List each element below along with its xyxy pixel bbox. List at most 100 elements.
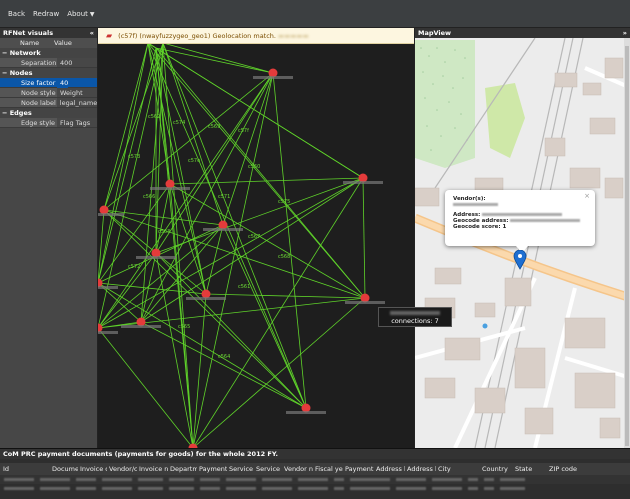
graph-edge[interactable] bbox=[192, 177, 364, 448]
blur-cell bbox=[76, 478, 96, 481]
graph-edge[interactable] bbox=[192, 297, 366, 448]
map-scroll-thumb[interactable] bbox=[625, 46, 629, 446]
group-network-label: Network bbox=[9, 49, 41, 57]
table-row[interactable] bbox=[0, 484, 630, 493]
table-row[interactable] bbox=[0, 475, 630, 484]
visuals-panel-header: RFNet visuals « bbox=[0, 28, 97, 38]
group-edges[interactable]: − Edges bbox=[0, 108, 97, 118]
column-header[interactable]: Address li bbox=[374, 465, 405, 473]
about-menu[interactable]: About ▼ bbox=[63, 6, 98, 22]
graph-edge[interactable] bbox=[205, 293, 366, 299]
blur-cell bbox=[262, 487, 292, 490]
graph-edge[interactable] bbox=[169, 183, 366, 299]
graph-edge[interactable] bbox=[192, 72, 274, 448]
park-area bbox=[415, 40, 475, 168]
prop-separation[interactable]: Separation 400 bbox=[0, 58, 97, 68]
column-header[interactable]: Vendor/cust bbox=[107, 465, 137, 473]
graph-edge[interactable] bbox=[98, 327, 194, 448]
column-header[interactable]: Fiscal year bbox=[313, 465, 343, 473]
visuals-panel: RFNet visuals « Name Value − Network Sep… bbox=[0, 28, 98, 448]
expand-icon[interactable]: » bbox=[623, 29, 627, 37]
column-header[interactable]: Invoice nu bbox=[137, 465, 168, 473]
prop-node-label[interactable]: Node label legal_name bbox=[0, 98, 97, 108]
prop-edge-style[interactable]: Edge style Flag Tags bbox=[0, 118, 97, 128]
prop-value[interactable]: Weight bbox=[57, 88, 83, 98]
column-header[interactable]: Address li bbox=[405, 465, 436, 473]
column-header[interactable]: Service d bbox=[227, 465, 254, 473]
graph-edge[interactable] bbox=[155, 47, 366, 299]
column-header[interactable]: Country bbox=[480, 465, 513, 473]
graph-edge[interactable] bbox=[162, 42, 274, 74]
column-header[interactable]: Payment d bbox=[343, 465, 374, 473]
prop-key: Separation bbox=[0, 58, 57, 67]
prop-size-factor[interactable]: Size factor 40 bbox=[0, 77, 97, 88]
prop-value[interactable]: Flag Tags bbox=[57, 118, 90, 128]
node-blurred-label bbox=[150, 187, 190, 190]
graph-edge[interactable] bbox=[362, 177, 366, 299]
network-canvas[interactable]: c562 c574 c569 c57f c573 c57e c560 c566 c571 c575… bbox=[98, 28, 414, 448]
map-popup: × Vendor(s): Address: Geocode address: G… bbox=[445, 190, 595, 246]
edge-label: c560 bbox=[248, 164, 260, 170]
blur-cell bbox=[298, 478, 328, 481]
graph-edge[interactable] bbox=[98, 282, 307, 409]
blur-cell bbox=[468, 487, 478, 490]
graph-edge[interactable] bbox=[103, 209, 366, 299]
blur-cell bbox=[138, 487, 163, 490]
group-network[interactable]: − Network bbox=[0, 48, 97, 58]
prop-node-style[interactable]: Node style Weight bbox=[0, 88, 97, 98]
blur-cell bbox=[334, 487, 344, 490]
network-graph[interactable]: c562 c574 c569 c57f c573 c57e c560 c566 c571 c575… bbox=[98, 28, 414, 448]
blur-cell bbox=[298, 487, 328, 490]
blur-cell bbox=[334, 478, 344, 481]
prop-value[interactable]: 400 bbox=[57, 58, 72, 68]
geolocation-alert: ▰ (c57f) (nwayfuzzygeo_geo1) Geolocation… bbox=[98, 28, 414, 44]
group-nodes[interactable]: − Nodes bbox=[0, 68, 97, 78]
edge-label: c574 bbox=[173, 120, 185, 126]
blur-text bbox=[510, 219, 581, 222]
map-marker-icon[interactable] bbox=[513, 250, 527, 270]
column-header[interactable]: Payment a bbox=[197, 465, 227, 473]
graph-edge[interactable] bbox=[98, 47, 157, 284]
prop-value[interactable]: legal_name bbox=[57, 98, 97, 108]
edge-label: c573 bbox=[128, 154, 140, 160]
graph-edge[interactable] bbox=[98, 42, 149, 284]
table-title: CoM PRC payment documents (payments for … bbox=[0, 449, 630, 459]
column-header[interactable]: Invoice dat bbox=[78, 465, 107, 473]
chevron-down-icon: ▼ bbox=[89, 10, 95, 18]
column-header[interactable]: Service d bbox=[254, 465, 282, 473]
map-scrollbar[interactable] bbox=[624, 38, 630, 448]
column-header[interactable]: Departmen bbox=[168, 465, 197, 473]
blur-cell bbox=[226, 487, 256, 490]
column-value: Value bbox=[54, 39, 72, 47]
graph-edge[interactable] bbox=[155, 252, 307, 409]
graph-edge[interactable] bbox=[140, 321, 307, 409]
column-header[interactable]: ZIP code bbox=[547, 465, 587, 473]
graph-edge[interactable] bbox=[272, 72, 307, 409]
alert-blurred-name: ▬▬▬▬▬ bbox=[278, 31, 309, 40]
tooltip-connections: connections: 7 bbox=[391, 317, 439, 325]
table-header: IdDocumentInvoice datVendor/custInvoice … bbox=[0, 463, 630, 475]
blur-cell bbox=[500, 478, 525, 481]
column-header[interactable]: Id bbox=[0, 465, 50, 473]
graph-edge[interactable] bbox=[222, 72, 274, 226]
graph-edge[interactable] bbox=[98, 42, 164, 329]
back-button[interactable]: Back bbox=[4, 6, 29, 22]
graph-edge[interactable] bbox=[103, 42, 149, 211]
column-header[interactable]: State bbox=[513, 465, 547, 473]
graph-edge[interactable] bbox=[162, 42, 194, 448]
column-header[interactable]: Document bbox=[50, 465, 78, 473]
node-blurred-label bbox=[186, 297, 226, 300]
column-header[interactable]: City bbox=[436, 465, 480, 473]
blur-cell bbox=[350, 487, 390, 490]
column-header[interactable]: Vendor nar bbox=[282, 465, 313, 473]
redraw-button[interactable]: Redraw bbox=[29, 6, 63, 22]
close-icon[interactable]: × bbox=[584, 192, 590, 200]
blur-cell bbox=[468, 478, 478, 481]
graph-edge[interactable] bbox=[155, 47, 194, 448]
edge-label: c571 bbox=[218, 194, 230, 200]
prop-value[interactable]: 40 bbox=[57, 77, 69, 88]
visuals-title: RFNet visuals bbox=[3, 29, 54, 37]
top-menubar: Back Redraw About ▼ bbox=[0, 0, 630, 28]
collapse-icon[interactable]: « bbox=[90, 29, 94, 37]
node-blurred-label bbox=[286, 411, 326, 414]
